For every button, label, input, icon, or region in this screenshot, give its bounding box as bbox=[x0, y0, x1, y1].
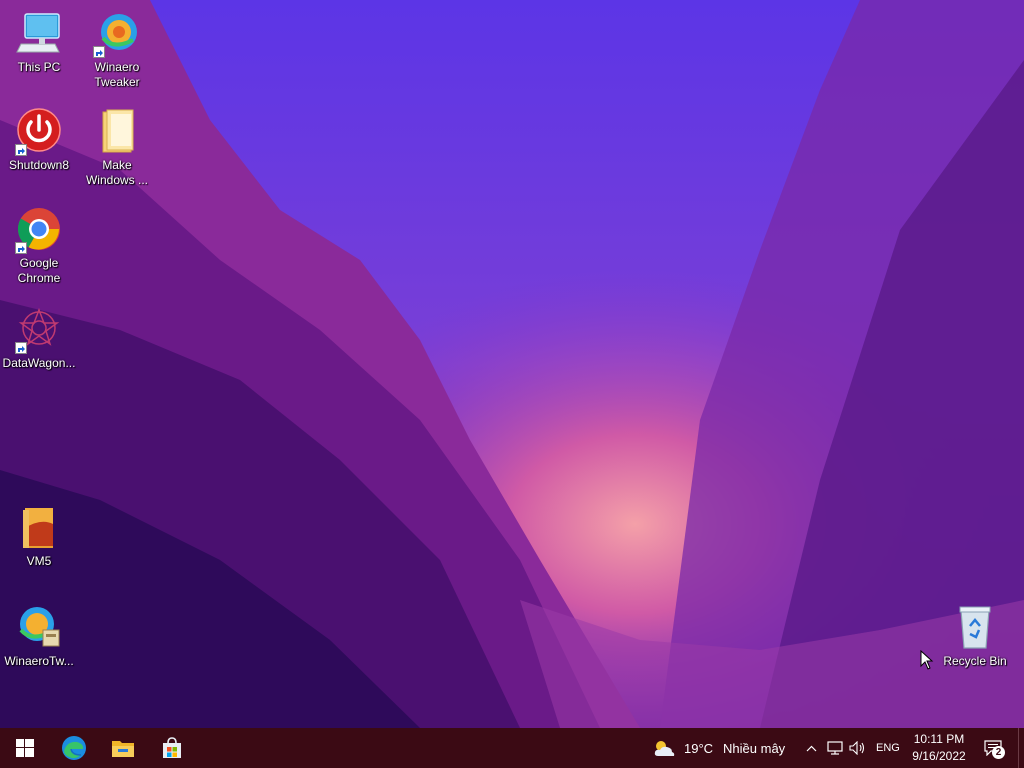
show-hidden-icons-button[interactable] bbox=[803, 728, 819, 768]
desktop-icon-label: Winaero Tweaker bbox=[94, 60, 140, 89]
desktop-icon-label: VM5 bbox=[26, 554, 52, 568]
shortcut-arrow-icon bbox=[15, 144, 27, 156]
desktop-icon-recycle-bin[interactable]: Recycle Bin bbox=[936, 604, 1014, 669]
input-language-button[interactable]: ENG bbox=[876, 728, 900, 768]
recycle-bin-icon bbox=[951, 604, 999, 652]
weather-description: Nhiều mây bbox=[723, 740, 786, 756]
action-center-button[interactable]: 2 bbox=[982, 728, 1008, 768]
desktop-icon-label: WinaeroTw... bbox=[4, 654, 74, 668]
start-button[interactable] bbox=[0, 728, 49, 768]
power-icon bbox=[15, 108, 63, 156]
weather-temperature: 19°C bbox=[684, 740, 714, 756]
desktop-icon-label: DataWagon... bbox=[2, 356, 76, 370]
language-indicator: ENG bbox=[876, 742, 900, 754]
windows-logo-icon bbox=[15, 739, 34, 757]
desktop-icon-label: This PC bbox=[17, 60, 61, 74]
chevron-up-icon bbox=[806, 745, 816, 751]
desktop-icon-winaero-tweaker[interactable]: Winaero Tweaker bbox=[78, 10, 156, 90]
clock-time: 10:11 PM bbox=[913, 732, 965, 746]
partly-cloudy-icon bbox=[654, 741, 675, 756]
installer-icon bbox=[15, 604, 63, 652]
show-desktop-button[interactable] bbox=[1018, 728, 1024, 768]
taskbar-store-button[interactable] bbox=[147, 728, 196, 768]
shortcut-arrow-icon bbox=[93, 46, 105, 58]
taskbar-file-explorer-button[interactable] bbox=[98, 728, 147, 768]
network-button[interactable] bbox=[825, 728, 845, 768]
desktop[interactable]: This PC Winaero Tweaker Shutdown8 Make W… bbox=[0, 0, 1024, 728]
desktop-icon-label: Google Chrome bbox=[17, 256, 61, 285]
desktop-icon-google-chrome[interactable]: Google Chrome bbox=[0, 206, 78, 286]
desktop-icon-make-windows[interactable]: Make Windows ... bbox=[78, 108, 156, 188]
mouse-cursor-icon bbox=[920, 650, 934, 670]
computer-icon bbox=[15, 10, 63, 58]
volume-button[interactable] bbox=[848, 728, 868, 768]
desktop-icon-label: Shutdown8 bbox=[8, 158, 70, 172]
edge-icon bbox=[61, 736, 86, 760]
desktop-icon-datawagon[interactable]: DataWagon... bbox=[0, 306, 78, 371]
taskbar-edge-button[interactable] bbox=[49, 728, 98, 768]
volume-icon bbox=[849, 741, 865, 755]
desktop-icon-label: Recycle Bin bbox=[943, 654, 1007, 668]
file-explorer-icon bbox=[111, 741, 134, 757]
microsoft-store-icon bbox=[162, 737, 181, 758]
desktop-icon-winaerotweaker-setup[interactable]: WinaeroTw... bbox=[0, 604, 78, 669]
notification-count-badge: 2 bbox=[992, 746, 1005, 759]
clock-date: 9/16/2022 bbox=[912, 749, 966, 763]
desktop-icon-shutdown8[interactable]: Shutdown8 bbox=[0, 108, 78, 173]
network-icon bbox=[827, 741, 843, 755]
folder-icon bbox=[93, 108, 141, 156]
desktop-icon-vm5[interactable]: VM5 bbox=[0, 504, 78, 569]
taskbar: 19°C Nhiều mây ENG 10:11 PM 9/16/2022 2 bbox=[0, 728, 1024, 768]
clock-button[interactable]: 10:11 PM 9/16/2022 bbox=[898, 731, 980, 765]
weather-widget[interactable]: 19°C Nhiều mây bbox=[652, 728, 785, 768]
shortcut-arrow-icon bbox=[15, 242, 27, 254]
shortcut-arrow-icon bbox=[15, 342, 27, 354]
datawagon-icon bbox=[15, 306, 63, 354]
winaero-tweaker-icon bbox=[93, 10, 141, 58]
desktop-icon-this-pc[interactable]: This PC bbox=[0, 10, 78, 75]
desktop-icon-label: Make Windows ... bbox=[85, 158, 148, 187]
folder-icon bbox=[15, 504, 63, 552]
chrome-icon bbox=[15, 206, 63, 254]
